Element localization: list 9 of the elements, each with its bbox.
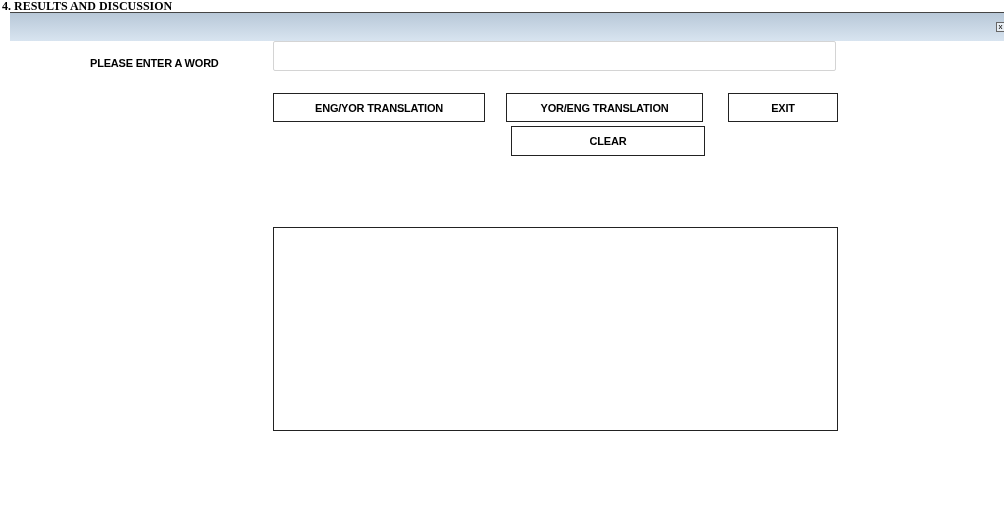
- action-button[interactable]: YOR/ENG TRANSLATION: [506, 93, 703, 122]
- word-input-field[interactable]: [273, 41, 836, 71]
- section-heading: 4. RESULTS AND DISCUSSION: [1, 0, 173, 12]
- word-label: PLEASE ENTER A WORD: [90, 57, 220, 71]
- action-button[interactable]: ENG/YOR TRANSLATION: [273, 93, 485, 122]
- output-text-area[interactable]: [273, 227, 838, 431]
- close-icon[interactable]: [996, 22, 1004, 32]
- action-button[interactable]: EXIT: [728, 93, 838, 122]
- clear-button[interactable]: CLEAR: [511, 126, 705, 156]
